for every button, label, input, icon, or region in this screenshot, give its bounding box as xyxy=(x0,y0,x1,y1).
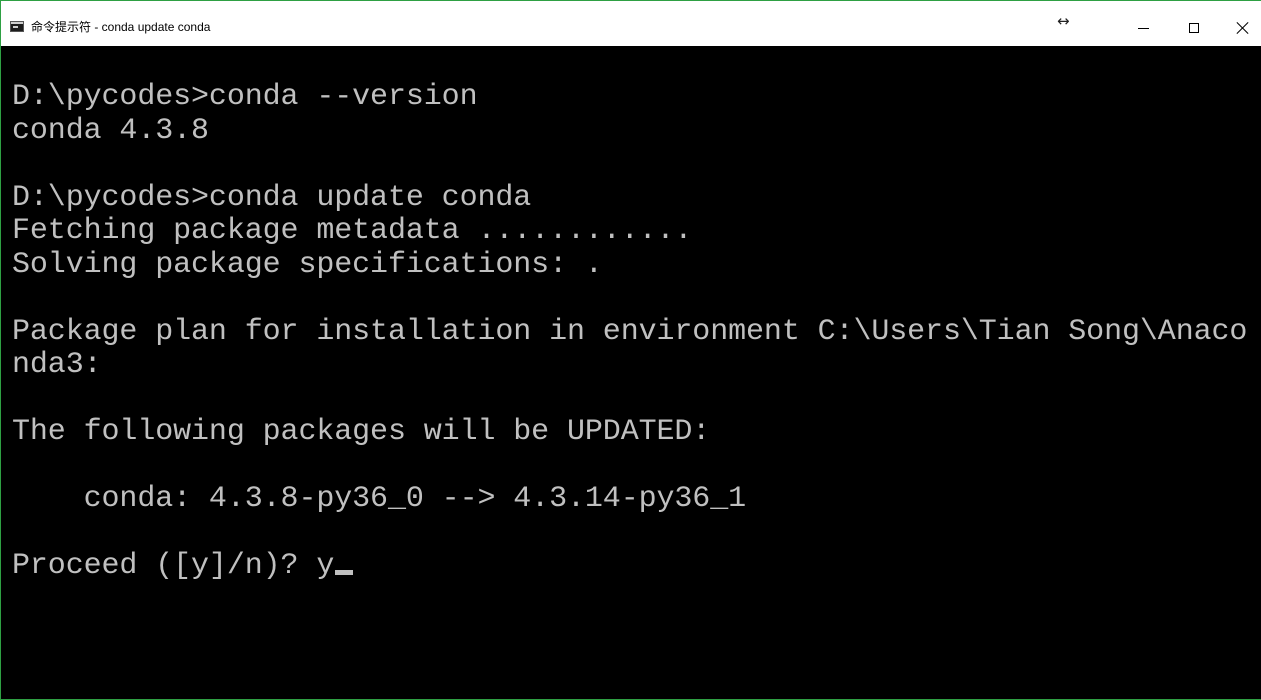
console-line: conda: 4.3.8-py36_0 --> 4.3.14-py36_1 xyxy=(12,482,747,516)
close-button[interactable] xyxy=(1225,1,1261,46)
console-line: D:\pycodes>conda update conda xyxy=(12,180,532,215)
console-line: Fetching package metadata ............ xyxy=(12,214,693,248)
resize-arrows-icon: ↔ xyxy=(1057,12,1070,30)
text-cursor xyxy=(335,570,354,575)
minimize-button[interactable] xyxy=(1120,1,1166,46)
console-line: Solving package specifications: . xyxy=(12,247,603,282)
console-line: D:\pycodes>conda --version xyxy=(12,81,478,114)
minimize-icon xyxy=(1137,28,1149,29)
console-line: The following packages will be UPDATED: xyxy=(12,415,711,449)
title-bar[interactable]: 命令提示符 - conda update conda ↔ xyxy=(1,1,1261,46)
console-line: nda3: xyxy=(12,348,102,382)
cmd-icon[interactable] xyxy=(10,21,24,32)
maximize-button[interactable] xyxy=(1171,1,1217,46)
console-output[interactable]: D:\pycodes>conda --version conda 4.3.8 D… xyxy=(12,81,1257,691)
maximize-icon xyxy=(1189,22,1199,33)
console-line: Package plan for installation in environ… xyxy=(12,314,1248,349)
console-prompt-line[interactable]: Proceed ([y]/n)? y xyxy=(12,549,1257,584)
prompt-text: Proceed ([y]/n)? y xyxy=(12,549,335,583)
console-line: conda 4.3.8 xyxy=(12,113,209,148)
command-prompt-window: 命令提示符 - conda update conda ↔ D:\pycodes>… xyxy=(0,0,1261,700)
window-title: 命令提示符 - conda update conda xyxy=(31,20,211,34)
close-icon xyxy=(1236,21,1250,35)
